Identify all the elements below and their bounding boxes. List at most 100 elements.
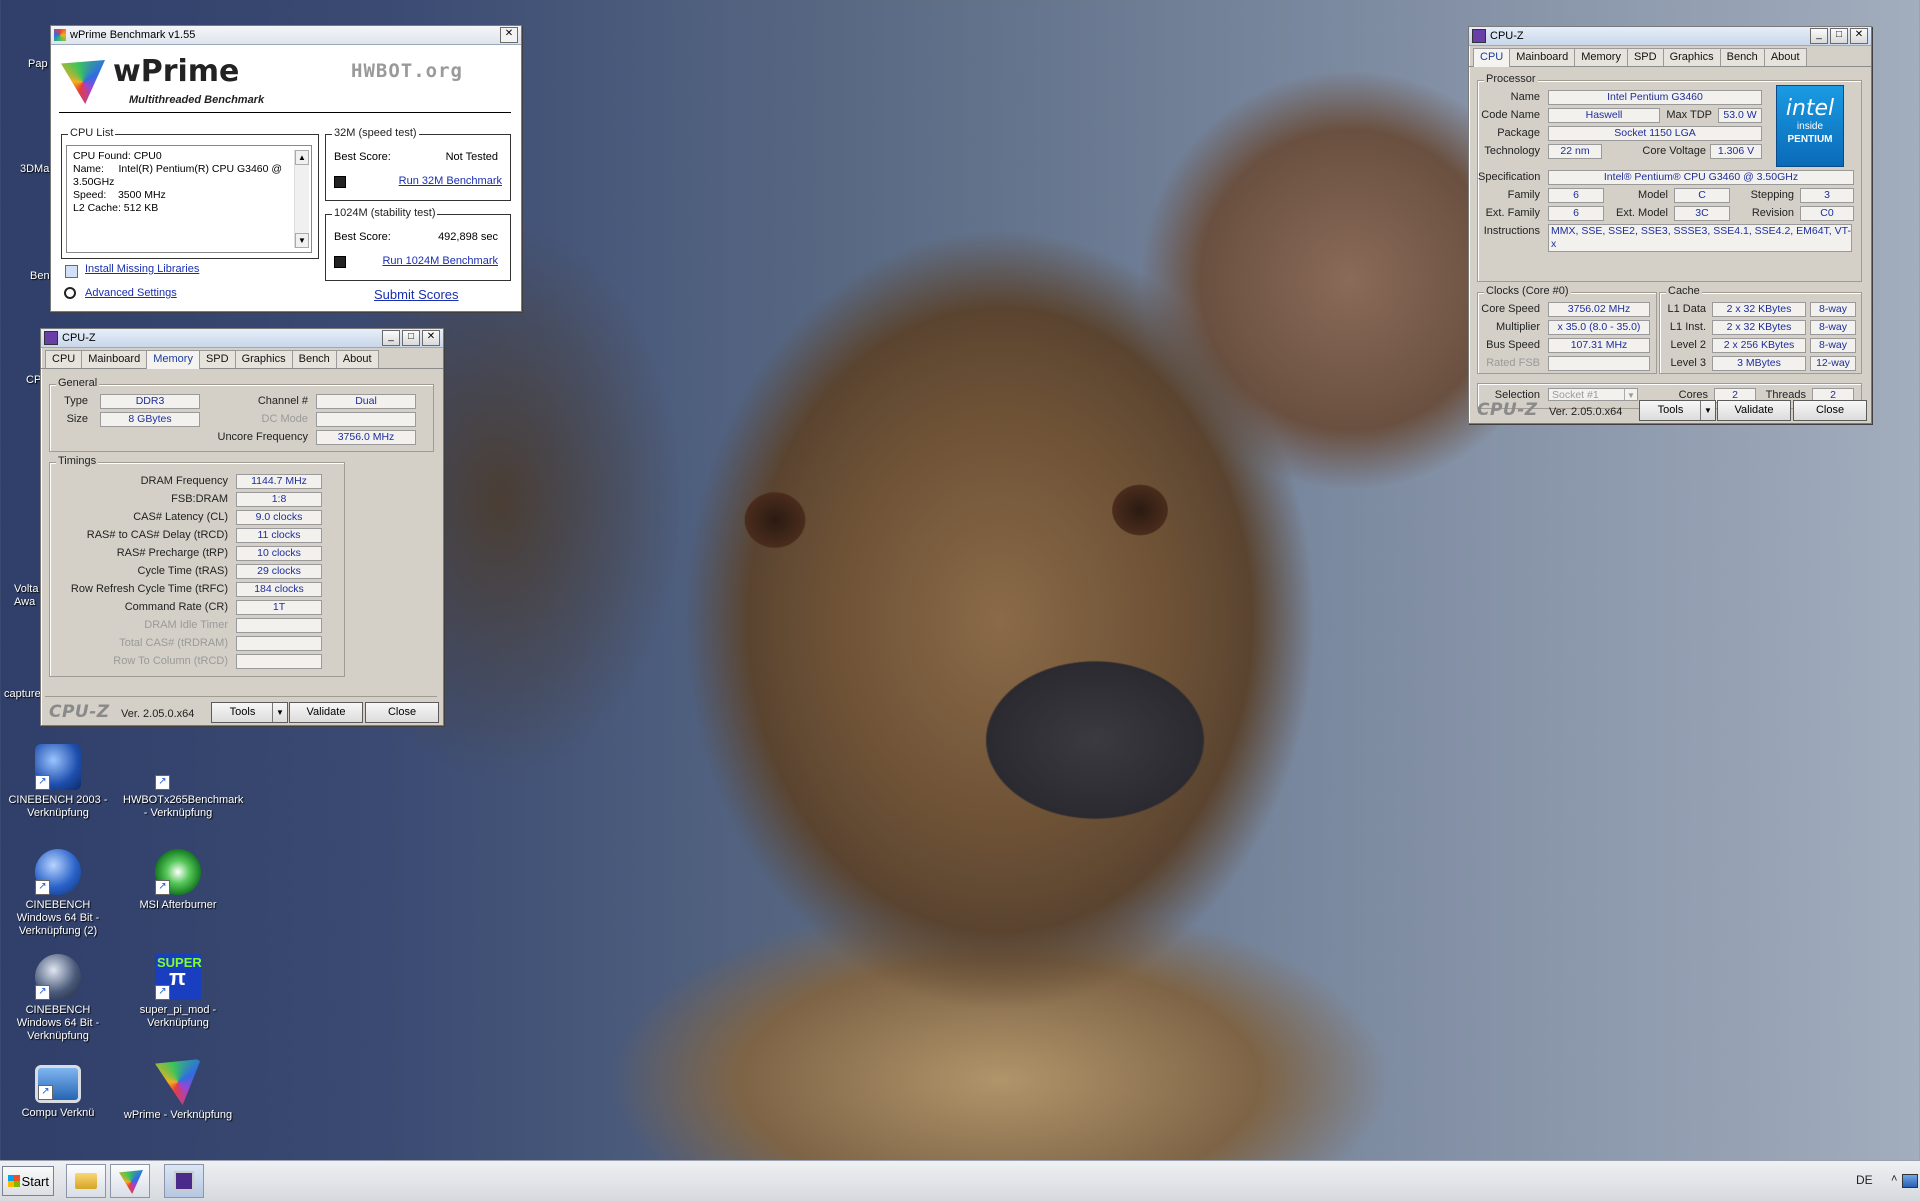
taskbar-cpuz[interactable] [164,1164,204,1198]
tab-about[interactable]: About [1763,48,1807,66]
maximize-button[interactable]: □ [1830,28,1848,44]
desktop-partial-label[interactable]: capture [4,688,41,700]
close-button[interactable]: Close [365,702,439,723]
install-libraries-link[interactable]: Install Missing Libraries [85,263,199,275]
chevron-down-icon[interactable]: ▼ [1624,389,1637,400]
advanced-settings-link[interactable]: Advanced Settings [85,287,177,299]
language-indicator[interactable]: DE [1856,1173,1873,1187]
scrollbar[interactable]: ▲ ▼ [294,150,309,248]
family-value: 6 [1548,188,1604,203]
validate-button[interactable]: Validate [1717,400,1791,421]
clocks-group: Clocks (Core #0) Core Speed 3756.02 MHz … [1477,285,1657,374]
timing-label: Total CAS# (tRDRAM) [119,637,228,649]
desktop-icon-cinebench-2003[interactable]: ↗ CINEBENCH 2003 - Verknüpfung [3,744,113,820]
tab-bench[interactable]: Bench [291,350,337,368]
tab-memory[interactable]: Memory [146,350,200,369]
desktop-icon-wprime[interactable]: ↗ wPrime - Verknüpfung [123,1059,233,1122]
cache-way-value: 8-way [1810,338,1856,353]
desktop-partial-label[interactable]: CP [26,374,41,386]
tab-about[interactable]: About [335,350,379,368]
cpu-list-box[interactable]: CPU Found: CPU0 Name: Intel(R) Pentium(R… [66,145,312,253]
close-button[interactable]: ✕ [1850,28,1868,44]
bus-speed-value: 107.31 MHz [1548,338,1650,353]
scroll-down-icon[interactable]: ▼ [295,233,309,248]
wprime-window[interactable]: wPrime Benchmark v1.55 ✕ wPrime Multithr… [50,25,522,312]
start-button[interactable]: Start [2,1166,54,1196]
tab-graphics[interactable]: Graphics [234,350,293,368]
cpuz-titlebar[interactable]: CPU-Z _ □ ✕ [41,329,443,348]
chevron-down-icon[interactable]: ▼ [1700,401,1715,420]
pentium-label: PENTIUM [1787,134,1833,145]
tab-mainboard[interactable]: Mainboard [1509,48,1576,66]
tab-spd[interactable]: SPD [198,350,236,368]
tab-graphics[interactable]: Graphics [1662,48,1721,66]
size-value: 8 GBytes [100,412,200,427]
close-button[interactable]: ✕ [422,330,440,346]
desktop-icon-cinebench-64-2[interactable]: ↗ CINEBENCH Windows 64 Bit - Verknüpfung… [3,849,113,938]
cpu-list-line: L2 Cache: 512 KB [73,202,159,214]
desktop-icon-label: HWBOTx265Benchmark - Verknüpfung [123,794,244,819]
submit-scores-link[interactable]: Submit Scores [374,287,459,302]
best-score-value: Not Tested [445,151,498,163]
superpi-icon: SUPER π ↗ [155,954,202,1000]
intel-logo: intel [1785,96,1835,121]
run-1024m-button[interactable]: Run 1024M Benchmark [382,255,498,267]
core-speed-label: Core Speed [1481,303,1540,315]
hwbot-logo[interactable]: HWBOT.org [351,60,463,82]
desktop-icon-label: super_pi_mod - Verknüpfung [139,1004,217,1029]
window-title: CPU-Z [1490,30,1524,42]
maximize-button[interactable]: □ [402,330,420,346]
type-label: Type [64,395,88,407]
minimize-button[interactable]: _ [382,330,400,346]
tools-button[interactable]: Tools ▼ [1639,400,1716,421]
scroll-up-icon[interactable]: ▲ [295,150,309,165]
tab-bench[interactable]: Bench [1719,48,1765,66]
timing-value: 11 clocks [236,528,322,543]
network-icon[interactable] [1902,1174,1918,1188]
cpuz-memory-window[interactable]: CPU-Z _ □ ✕ CPU Mainboard Memory SPD Gra… [40,328,444,726]
desktop-icon-cinebench-64[interactable]: ↗ CINEBENCH Windows 64 Bit - Verknüpfung [3,954,113,1043]
tab-memory[interactable]: Memory [1574,48,1628,66]
code-name-label: Code Name [1481,109,1540,121]
desktop-partial-label[interactable]: Pap [28,58,48,70]
cache-label: Level 2 [1670,339,1706,351]
cpuz-titlebar[interactable]: CPU-Z _ □ ✕ [1469,27,1871,46]
type-value: DDR3 [100,394,200,409]
wprime-titlebar[interactable]: wPrime Benchmark v1.55 ✕ [51,26,521,45]
desktop-icon-computer[interactable]: ↗ Compu Verknü [3,1059,113,1120]
tray-expand-icon[interactable]: ˄ [1891,1173,1897,1185]
desktop-icon-superpi[interactable]: SUPER π ↗ super_pi_mod - Verknüpfung [123,954,233,1030]
stability-test-group: 1024M (stability test) Best Score: 492,8… [325,207,511,281]
desktop-partial-label[interactable]: 3DMar [20,163,53,175]
tab-spd[interactable]: SPD [1626,48,1664,66]
cpu-list-line: CPU Found: CPU0 [73,150,162,162]
ext-family-value: 6 [1548,206,1604,221]
tab-cpu[interactable]: CPU [1473,48,1511,67]
selection-select[interactable]: Socket #1 ▼ [1548,388,1638,401]
tab-cpu[interactable]: CPU [45,350,83,368]
minimize-button[interactable]: _ [1810,28,1828,44]
taskbar-wprime[interactable] [110,1164,150,1198]
cpuz-icon [1472,29,1486,43]
chevron-down-icon[interactable]: ▼ [272,703,287,722]
timing-label: RAS# to CAS# Delay (tRCD) [86,529,228,541]
cinebench-icon: ↗ [35,849,81,895]
validate-button[interactable]: Validate [289,702,363,723]
wprime-logo: wPrime Multithreaded Benchmark [59,54,289,124]
run-32m-button[interactable]: Run 32M Benchmark [399,175,502,187]
group-title: 32M (speed test) [332,127,419,139]
taskbar-explorer[interactable] [66,1164,106,1198]
bottom-separator [45,696,437,697]
desktop-icon-afterburner[interactable]: ↗ MSI Afterburner [123,849,233,912]
cpuz-cpu-window[interactable]: CPU-Z _ □ ✕ CPU Mainboard Memory SPD Gra… [1468,26,1872,424]
cpu-list-line: Name: Intel(R) Pentium(R) CPU G3460 @ [73,163,283,175]
desktop-icon-label: CINEBENCH Windows 64 Bit - Verknüpfung [16,1004,100,1042]
tools-button[interactable]: Tools ▼ [211,702,288,723]
desktop-partial-label[interactable]: Ben [30,270,50,282]
tab-bar: CPU Mainboard Memory SPD Graphics Bench … [1469,46,1871,67]
desktop-icon-hwbot-x265[interactable]: ↗ HWBOTx265Benchmark - Verknüpfung [123,744,243,820]
close-button[interactable]: ✕ [500,27,518,43]
close-button[interactable]: Close [1793,400,1867,421]
tab-mainboard[interactable]: Mainboard [81,350,148,368]
instructions-value: MMX, SSE, SSE2, SSE3, SSSE3, SSE4.1, SSE… [1548,224,1852,252]
